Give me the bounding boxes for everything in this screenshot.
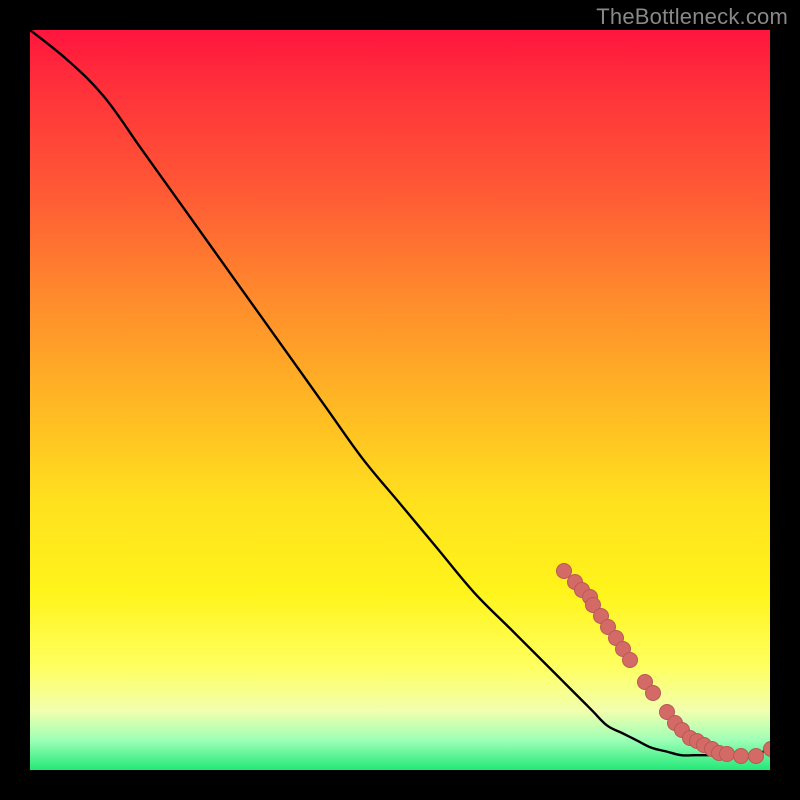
curve-marker — [733, 748, 749, 764]
curve-marker — [763, 741, 770, 757]
curve-marker — [645, 685, 661, 701]
curve-marker — [719, 746, 735, 762]
watermark-text: TheBottleneck.com — [596, 4, 788, 30]
curve-marker — [748, 748, 764, 764]
chart-frame: TheBottleneck.com — [0, 0, 800, 800]
plot-area — [30, 30, 770, 770]
curve-marker — [622, 652, 638, 668]
markers-layer — [30, 30, 770, 770]
